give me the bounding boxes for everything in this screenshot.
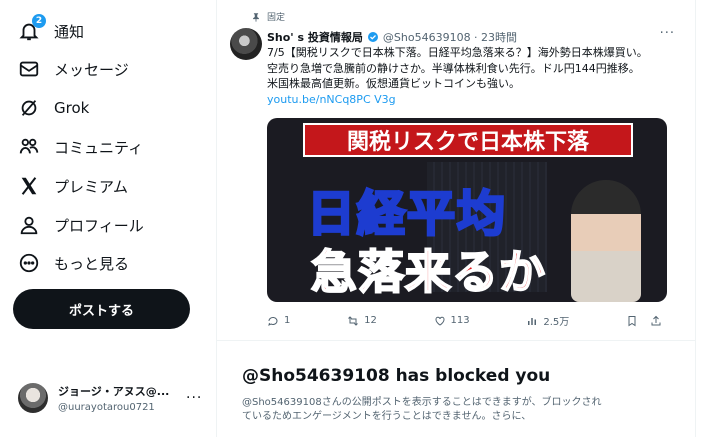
view-count: 2.5万 [543,317,570,328]
pin-icon [253,12,259,22]
like-count: 113 [450,315,470,326]
tweet-author-name[interactable]: Sho' s 投資情報局 [267,29,363,45]
account-more-icon[interactable]: ··· [186,390,202,406]
nav-item-more[interactable]: もっと見る [18,248,129,278]
thumbnail-presenter-image [571,180,641,302]
main-column: 固定 Sho' s 投資情報局 @Sho54639108 · 23時間 ··· … [216,0,696,437]
nav-label-notifications: 通知 [54,22,85,41]
post-button[interactable]: ポストする [13,289,190,329]
verified-badge-icon [367,32,378,42]
left-navigation: 2 通知 メッセージ Grok コミュニティ プレミアム プロフィール もっと見… [0,0,210,437]
thumbnail-headline-text: 日経平均 [305,185,508,244]
heart-icon [435,316,445,326]
tweet-text-line: 7/5【関税リスクで日本株下落。日経平均急落来る？】海外勢日本株爆買い。 [267,46,648,59]
pinned-indicator: 固定 [251,10,285,23]
share-icon[interactable] [650,315,662,327]
envelope-icon [18,58,40,80]
thumbnail-banner-text: 関税リスクで日本株下落 [303,123,633,157]
video-thumbnail[interactable]: 関税リスクで日本株下落 日経平均 急落来るか [267,118,667,302]
repost-button[interactable]: 12 [347,313,377,328]
tweet-handle-time: @Sho54639108 · 23時間 [382,31,518,44]
tweet-text-line: 空売り急増で急騰前の静けさか。半導体株利食い先行。ドル円144円推移。 [267,61,640,75]
nav-item-messages[interactable]: メッセージ [18,54,129,84]
avatar [18,383,48,413]
tweet-more-icon[interactable]: ··· [660,26,675,41]
nav-label-premium: プレミアム [54,177,128,196]
people-icon [18,136,40,158]
notification-badge: 2 [32,14,46,28]
more-circle-icon [18,252,40,274]
views-button[interactable]: 2.5万 [526,313,569,328]
tweet-header: Sho' s 投資情報局 @Sho54639108 · 23時間 [267,29,517,45]
bookmark-share-group [626,313,667,328]
blocked-title: @Sho54639108 has blocked you [242,366,551,386]
blocked-description: @Sho54639108さんの公開ポストを表示することはできますが、ブロックされ… [242,396,652,424]
divider [217,340,695,341]
grok-icon [18,97,40,119]
nav-label-more: もっと見る [54,254,130,273]
blocked-description-line: @Sho54639108さんの公開ポストを表示することはできますが、ブロックされ [242,397,602,408]
nav-label-grok: Grok [54,99,90,117]
pinned-label: 固定 [267,13,286,23]
x-logo-icon [18,175,40,197]
nav-label-messages: メッセージ [54,60,129,79]
nav-item-grok[interactable]: Grok [18,93,89,123]
bookmark-icon[interactable] [626,315,638,327]
account-info: ジョージ・アヌス@... @uurayotarou0721 [58,383,178,413]
person-icon [18,214,40,236]
nav-item-profile[interactable]: プロフィール [18,210,144,240]
account-name: ジョージ・アヌス@... [58,385,170,398]
like-button[interactable]: 113 [434,313,470,328]
tweet-actions: 1 12 113 2.5万 [267,313,667,328]
reply-icon [268,316,278,326]
blocked-description-line: ているためエンゲージメントを行うことはできません。さらに、 [242,411,532,422]
repost-count: 12 [364,315,377,326]
nav-item-communities[interactable]: コミュニティ [18,132,143,162]
tweet-text-line: 米国株最高値更新。仮想通貨ビットコインも強い。 [267,77,520,90]
tweet-link[interactable]: youtu.be/nNCq8PC V3g [267,92,687,108]
reply-button[interactable]: 1 [267,313,290,328]
account-handle: @uurayotarou0721 [58,402,155,413]
bell-icon: 2 [18,14,46,42]
views-bar-chart-icon [528,317,537,325]
account-switcher[interactable]: ジョージ・アヌス@... @uurayotarou0721 ··· [18,378,210,418]
thumbnail-subheadline-text: 急落来るか [310,244,546,300]
tweet-text: 7/5【関税リスクで日本株下落。日経平均急落来る？】海外勢日本株爆買い。 空売り… [267,45,687,107]
reply-count: 1 [284,315,291,326]
nav-label-profile: プロフィール [54,216,144,235]
nav-item-premium[interactable]: プレミアム [18,171,128,201]
repost-icon [348,315,358,326]
nav-item-notifications[interactable]: 2 通知 [18,14,85,46]
nav-label-communities: コミュニティ [54,138,144,157]
tweet-author-avatar[interactable] [230,28,262,60]
